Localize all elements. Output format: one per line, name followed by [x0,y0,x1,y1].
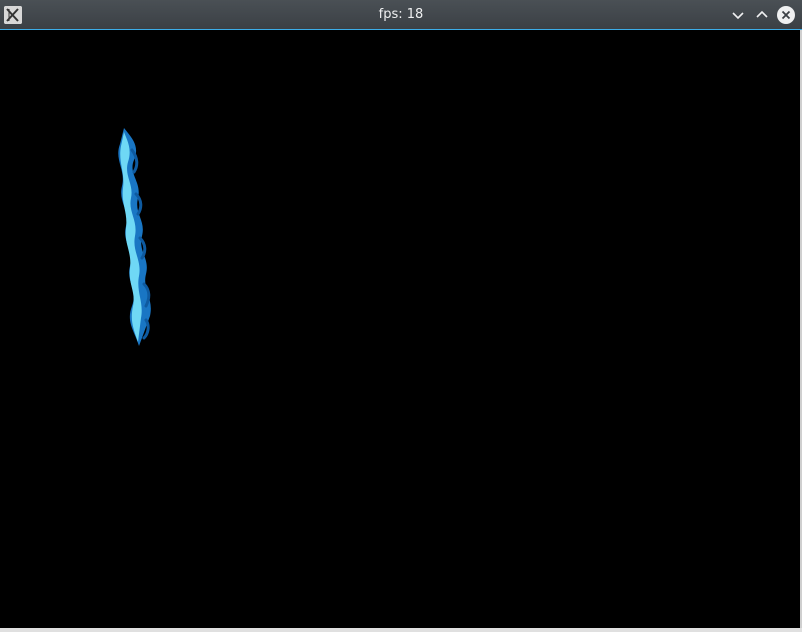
window-title: fps: 18 [378,7,424,22]
window-titlebar[interactable]: fps: 18 [0,0,802,30]
wavy-blue-ribbon-sprite [118,128,151,346]
canvas-svg [118,128,151,346]
window-bottom-border [0,628,802,632]
app-window: fps: 18 [0,0,802,632]
close-icon[interactable] [776,5,796,25]
maximize-icon[interactable] [752,5,772,25]
render-canvas[interactable] [0,30,802,628]
minimize-icon[interactable] [728,5,748,25]
